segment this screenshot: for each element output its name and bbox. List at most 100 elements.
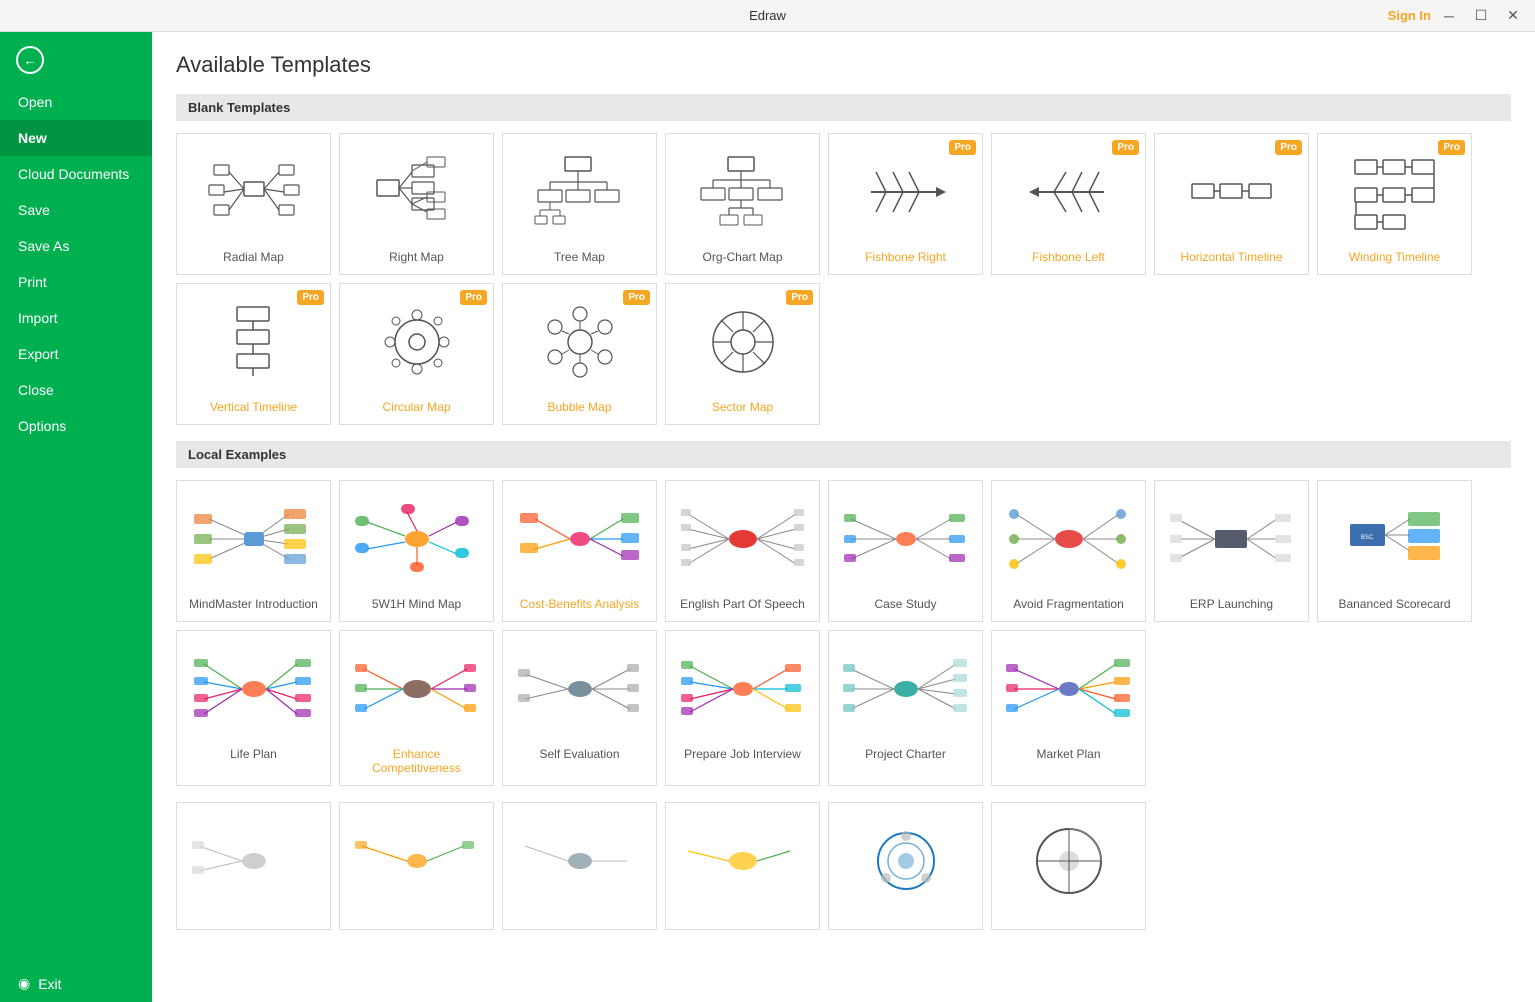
self-evaluation-label: Self Evaluation [539,747,619,761]
maximize-button[interactable]: ☐ [1467,2,1495,30]
pro-badge-fishbone-left: Pro [1112,140,1139,155]
example-case-study[interactable]: Case Study [828,480,983,622]
examples-grid-row3 [176,802,1511,930]
extra-3-thumbnail [515,811,645,911]
radial-map-icon [189,142,319,242]
example-erp-launching[interactable]: ERP Launching [1154,480,1309,622]
example-self-evaluation[interactable]: Self Evaluation [502,630,657,786]
enhance-competitiveness-label: Enhance Competitiveness [348,747,485,775]
prepare-job-interview-label: Prepare Job Interview [684,747,801,761]
example-cost-benefits[interactable]: Cost-Benefits Analysis [502,480,657,622]
example-extra-5[interactable] [828,802,983,930]
pro-badge-vertical-timeline: Pro [297,290,324,305]
erp-launching-thumbnail [1167,489,1297,589]
sidebar-item-saveas[interactable]: Save As [0,228,152,264]
blank-section-header: Blank Templates [176,94,1511,121]
example-english-pos[interactable]: English Part Of Speech [665,480,820,622]
sidebar-item-export[interactable]: Export [0,336,152,372]
sidebar-item-import[interactable]: Import [0,300,152,336]
fishbone-left-icon [1004,142,1134,242]
fishbone-right-icon [841,142,971,242]
minimize-button[interactable]: ─ [1435,2,1463,30]
sidebar-item-save[interactable]: Save [0,192,152,228]
template-horizontal-timeline[interactable]: Pro Horizontal Timeline [1154,133,1309,275]
pro-badge-winding-timeline: Pro [1438,140,1465,155]
self-evaluation-thumbnail [515,639,645,739]
circular-map-label: Circular Map [382,400,450,414]
sidebar-item-print[interactable]: Print [0,264,152,300]
sidebar-item-exit[interactable]: ◉ Exit [0,965,152,1002]
org-chart-icon [678,142,808,242]
5w1h-thumbnail [352,489,482,589]
example-extra-4[interactable] [665,802,820,930]
sidebar-item-open[interactable]: Open [0,84,152,120]
example-extra-6[interactable] [991,802,1146,930]
org-chart-label: Org-Chart Map [702,250,782,264]
life-plan-thumbnail [189,639,319,739]
close-button[interactable]: ✕ [1499,2,1527,30]
right-map-label: Right Map [389,250,444,264]
balanced-scorecard-label: Bananced Scorecard [1338,597,1450,611]
extra-6-thumbnail [1004,811,1134,911]
radial-map-label: Radial Map [223,250,284,264]
example-prepare-job-interview[interactable]: Prepare Job Interview [665,630,820,786]
prepare-job-interview-thumbnail [678,639,808,739]
template-circular-map[interactable]: Pro Circular Map [339,283,494,425]
market-plan-thumbnail [1004,639,1134,739]
template-vertical-timeline[interactable]: Pro Vertical Timeline [176,283,331,425]
example-enhance-competitiveness[interactable]: Enhance Competitiveness [339,630,494,786]
extra-1-thumbnail [189,811,319,911]
bubble-map-icon [515,292,645,392]
example-extra-1[interactable] [176,802,331,930]
sidebar-item-close[interactable]: Close [0,372,152,408]
example-avoid-fragmentation[interactable]: Avoid Fragmentation [991,480,1146,622]
template-fishbone-left[interactable]: Pro Fishbone Left [991,133,1146,275]
english-pos-thumbnail [678,489,808,589]
winding-timeline-label: Winding Timeline [1349,250,1440,264]
example-balanced-scorecard[interactable]: BSC Bananced Scorecard [1317,480,1472,622]
template-bubble-map[interactable]: Pro [502,283,657,425]
template-org-chart[interactable]: Org-Chart Map [665,133,820,275]
5w1h-label: 5W1H Mind Map [372,597,461,611]
sidebar-back-button[interactable]: ← [0,36,152,84]
svg-text:BSC: BSC [1360,535,1373,541]
examples-grid: MindMaster Introduction [176,480,1511,786]
sidebar-item-cloud[interactable]: Cloud Documents [0,156,152,192]
sign-in-button[interactable]: Sign In [1388,8,1431,23]
template-sector-map[interactable]: Pro Sector Map [665,283,820,425]
template-winding-timeline[interactable]: Pro [1317,133,1472,275]
case-study-thumbnail [841,489,971,589]
example-life-plan[interactable]: Life Plan [176,630,331,786]
winding-timeline-icon [1330,142,1460,242]
sidebar-item-new[interactable]: New [0,120,152,156]
sidebar-item-options[interactable]: Options [0,408,152,444]
project-charter-thumbnail [841,639,971,739]
example-5w1h[interactable]: 5W1H Mind Map [339,480,494,622]
pro-badge-circular-map: Pro [460,290,487,305]
sector-map-label: Sector Map [712,400,773,414]
example-extra-3[interactable] [502,802,657,930]
example-project-charter[interactable]: Project Charter [828,630,983,786]
example-market-plan[interactable]: Market Plan [991,630,1146,786]
template-fishbone-right[interactable]: Pro Fishbone Right [828,133,983,275]
project-charter-label: Project Charter [865,747,946,761]
template-radial-map[interactable]: Radial Map [176,133,331,275]
erp-launching-label: ERP Launching [1190,597,1273,611]
case-study-label: Case Study [874,597,936,611]
cost-benefits-thumbnail [515,489,645,589]
vertical-timeline-icon [189,292,319,392]
horizontal-timeline-label: Horizontal Timeline [1180,250,1282,264]
mindmaster-intro-thumbnail [189,489,319,589]
pro-badge-sector-map: Pro [786,290,813,305]
app-title: Edraw [749,8,786,23]
horizontal-timeline-icon [1167,142,1297,242]
template-right-map[interactable]: Right Map [339,133,494,275]
blank-templates-grid: Radial Map [176,133,1511,425]
example-mindmaster-intro[interactable]: MindMaster Introduction [176,480,331,622]
pro-badge-fishbone-right: Pro [949,140,976,155]
example-extra-2[interactable] [339,802,494,930]
sidebar: ← Open New Cloud Documents Save Save As … [0,32,152,1002]
template-tree-map[interactable]: Tree Map [502,133,657,275]
mindmaster-intro-label: MindMaster Introduction [189,597,318,611]
title-bar-right[interactable]: Sign In ─ ☐ ✕ [1388,2,1527,30]
